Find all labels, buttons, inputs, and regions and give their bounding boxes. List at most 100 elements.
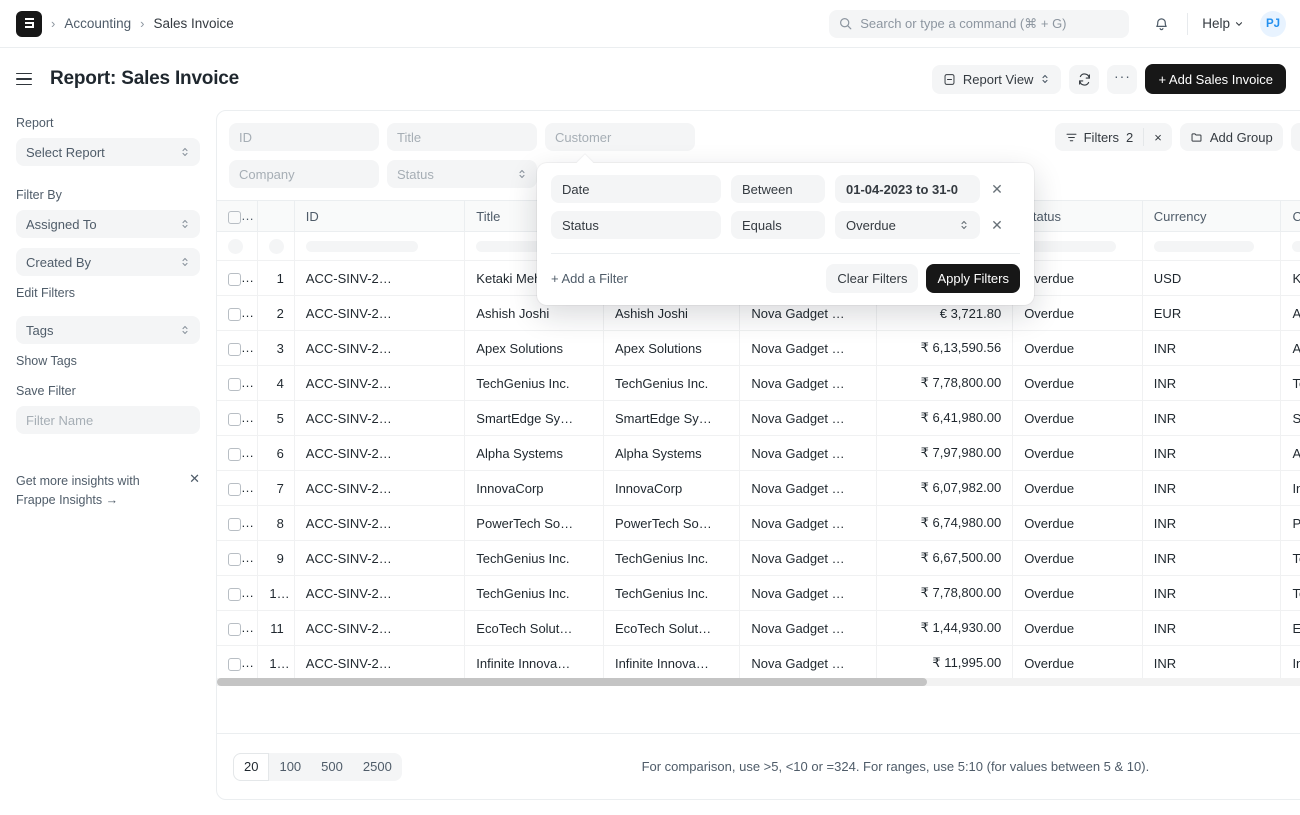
cell-id[interactable]: ACC-SINV-2… [294,260,466,296]
clear-filters-x-button[interactable]: × [1144,123,1172,151]
horizontal-scrollbar[interactable] [217,678,1300,686]
refresh-button[interactable] [1069,64,1100,94]
row-checkbox-cell[interactable]: .. [217,575,259,611]
table-row[interactable]: .. 9 ACC-SINV-2… TechGenius Inc. TechGen… [217,540,1300,576]
sidebar-edit-filters[interactable]: Edit Filters [16,286,200,300]
filter-value-status[interactable]: Overdue [835,211,980,239]
apply-filters-button[interactable]: Apply Filters [926,264,1020,293]
row-checkbox-cell[interactable]: .. [217,610,259,646]
sidebar-tags[interactable]: Tags [16,316,200,344]
remove-filter-status-icon[interactable]: ✕ [990,217,1004,234]
breadcrumb-accounting[interactable]: Accounting [64,16,131,31]
more-options-button[interactable]: ··· [1107,64,1138,94]
cell-id[interactable]: ACC-SINV-2… [294,505,466,541]
page-size-100[interactable]: 100 [269,753,311,781]
row-checkbox-cell[interactable]: .. [217,540,259,576]
cell-id[interactable]: ACC-SINV-2… [294,645,466,681]
row-checkbox[interactable] [228,657,241,671]
row-checkbox-cell[interactable]: .. [217,295,259,331]
sidebar-created-by[interactable]: Created By [16,248,200,276]
insights-line-2[interactable]: Frappe Insights → [16,491,140,510]
quick-filter-company[interactable]: Company [229,160,379,188]
row-checkbox[interactable] [228,377,241,391]
table-row[interactable]: .. 7 ACC-SINV-2… InnovaCorp InnovaCorp N… [217,470,1300,506]
help-menu[interactable]: Help [1202,16,1244,31]
table-row[interactable]: .. 4 ACC-SINV-2… TechGenius Inc. TechGen… [217,365,1300,401]
erpnext-logo-icon[interactable] [16,10,42,37]
filter-operator-between[interactable]: Between [731,175,825,203]
search-cell-currency[interactable] [1142,231,1282,261]
row-checkbox-cell[interactable]: .. [217,400,259,436]
column-header-id[interactable]: ID [294,200,466,232]
clear-filters-button[interactable]: Clear Filters [826,264,919,293]
filters-button[interactable]: Filters 2 [1055,123,1144,151]
select-all-header[interactable]: .. [217,200,259,232]
column-header-currency[interactable]: Currency [1142,200,1282,232]
remove-filter-date-icon[interactable]: ✕ [990,181,1004,198]
row-checkbox[interactable] [228,552,241,566]
add-a-filter-button[interactable]: + Add a Filter [551,271,628,286]
user-avatar[interactable]: PJ [1260,10,1286,37]
add-sales-invoice-button[interactable]: + Add Sales Invoice [1145,64,1286,94]
table-row[interactable]: .. 8 ACC-SINV-2… PowerTech So… PowerTech… [217,505,1300,541]
table-row[interactable]: .. 12 ACC-SINV-2… Infinite Innova… Infin… [217,645,1300,681]
global-search-input[interactable]: Search or type a command (⌘ + G) [829,9,1130,38]
cell-id[interactable]: ACC-SINV-2… [294,610,466,646]
sidebar-filter-name-input[interactable]: Filter Name [16,406,200,434]
row-checkbox[interactable] [228,447,241,461]
sidebar-toggle-icon[interactable] [16,68,38,90]
cell-id[interactable]: ACC-SINV-2… [294,330,466,366]
filter-field-date[interactable]: Date [551,175,721,203]
breadcrumb-sales-invoice[interactable]: Sales Invoice [153,16,233,31]
sidebar-select-report[interactable]: Select Report [16,138,200,166]
row-checkbox[interactable] [228,622,241,636]
table-row[interactable]: .. 10 ACC-SINV-2… TechGenius Inc. TechGe… [217,575,1300,611]
sort-direction-button[interactable] [1291,123,1300,151]
row-checkbox[interactable] [228,587,241,601]
filter-field-status[interactable]: Status [551,211,721,239]
sidebar-show-tags[interactable]: Show Tags [16,354,200,368]
quick-filter-title[interactable]: Title [387,123,537,151]
page-size-20[interactable]: 20 [233,752,270,781]
table-row[interactable]: .. 3 ACC-SINV-2… Apex Solutions Apex Sol… [217,330,1300,366]
cell-id[interactable]: ACC-SINV-2… [294,435,466,471]
column-header-customer-name[interactable]: Customer N... [1280,200,1300,232]
row-checkbox-cell[interactable]: .. [217,365,259,401]
select-all-checkbox[interactable] [228,210,241,224]
quick-filter-id[interactable]: ID [229,123,379,151]
row-checkbox[interactable] [228,342,241,356]
row-checkbox[interactable] [228,517,241,531]
page-size-2500[interactable]: 2500 [353,753,402,781]
row-checkbox-cell[interactable]: .. [217,260,259,296]
row-checkbox[interactable] [228,482,241,496]
row-checkbox-cell[interactable]: .. [217,470,259,506]
cell-id[interactable]: ACC-SINV-2… [294,400,466,436]
close-icon[interactable]: ✕ [189,472,200,485]
cell-id[interactable]: ACC-SINV-2… [294,540,466,576]
row-checkbox-cell[interactable]: .. [217,330,259,366]
quick-filter-status[interactable]: Status [387,160,537,188]
table-row[interactable]: .. 11 ACC-SINV-2… EcoTech Solut… EcoTech… [217,610,1300,646]
notifications-bell-icon[interactable] [1149,12,1173,36]
search-cell-id[interactable] [294,231,466,261]
filter-value-date-range[interactable]: 01-04-2023 to 31-0 [835,175,980,203]
report-view-switcher[interactable]: Report View [931,64,1062,94]
horizontal-scrollbar-thumb[interactable] [217,678,928,686]
row-checkbox[interactable] [228,412,241,426]
cell-id[interactable]: ACC-SINV-2… [294,470,466,506]
filter-operator-equals[interactable]: Equals [731,211,825,239]
add-group-button[interactable]: Add Group [1179,123,1283,151]
cell-id[interactable]: ACC-SINV-2… [294,365,466,401]
table-row[interactable]: .. 5 ACC-SINV-2… SmartEdge Sy… SmartEdge… [217,400,1300,436]
sidebar-assigned-to[interactable]: Assigned To [16,210,200,238]
page-size-500[interactable]: 500 [311,753,353,781]
row-checkbox-cell[interactable]: .. [217,505,259,541]
table-row[interactable]: .. 6 ACC-SINV-2… Alpha Systems Alpha Sys… [217,435,1300,471]
row-checkbox[interactable] [228,307,241,321]
row-checkbox-cell[interactable]: .. [217,435,259,471]
cell-id[interactable]: ACC-SINV-2… [294,295,466,331]
search-cell-customer-name[interactable] [1280,231,1300,261]
row-checkbox-cell[interactable]: .. [217,645,259,681]
quick-filter-customer[interactable]: Customer [545,123,695,151]
row-checkbox[interactable] [228,272,241,286]
